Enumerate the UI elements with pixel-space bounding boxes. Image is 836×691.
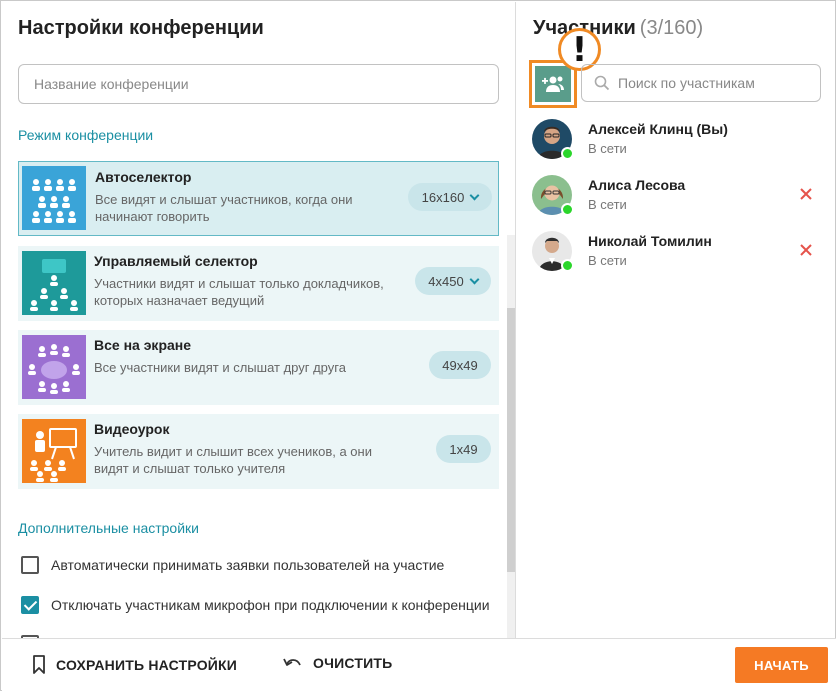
participant-item[interactable]: Николай Томилин В сети (532, 231, 832, 275)
participant-item[interactable]: Алексей Клинц (Вы) В сети (532, 119, 832, 163)
mode-name: Все на экране (94, 337, 192, 353)
mode-name: Управляемый селектор (94, 253, 258, 269)
auto-accept-option[interactable]: Автоматически принимать заявки пользоват… (21, 555, 444, 575)
online-indicator (561, 203, 574, 216)
limit-value: 49x49 (429, 351, 491, 379)
participants-count: (3/160) (639, 17, 704, 39)
auto-accept-checkbox[interactable] (21, 556, 39, 574)
start-button[interactable]: НАЧАТЬ (735, 647, 828, 683)
conference-settings-panel: Настройки конференции Режим конференции … (2, 2, 515, 638)
participant-item[interactable]: Алиса Лесова В сети (532, 175, 832, 219)
participant-status: В сети (588, 253, 627, 268)
participant-search[interactable] (581, 64, 821, 102)
mode-name: Автоселектор (95, 169, 192, 185)
online-indicator (561, 147, 574, 160)
add-participant-button-face (535, 66, 571, 102)
mode-card-managed-selector[interactable]: Управляемый селектор Участники видят и с… (18, 246, 499, 321)
mode-description: Все видят и слышат участников, когда они… (95, 192, 353, 224)
limit-dropdown[interactable]: 4x450 (415, 267, 491, 295)
mute-on-join-label: Отключать участникам микрофон при подклю… (51, 597, 490, 613)
mode-card-autoselector[interactable]: Автоселектор Все видят и слышат участник… (18, 161, 499, 236)
limit-dropdown[interactable]: 16x160 (408, 183, 492, 211)
limit-value: 1x49 (436, 435, 491, 463)
participant-name: Алиса Лесова (588, 177, 686, 193)
scrollbar-thumb[interactable] (507, 308, 515, 572)
settings-title: Настройки конференции (18, 17, 264, 39)
participant-name: Николай Томилин (588, 233, 712, 249)
undo-icon (283, 658, 301, 666)
participant-name: Алексей Клинц (Вы) (588, 121, 728, 137)
conference-dialog: Настройки конференции Режим конференции … (0, 0, 836, 691)
participant-search-input[interactable] (618, 65, 818, 101)
auto-accept-label: Автоматически принимать заявки пользоват… (51, 557, 445, 573)
mode-description: Учитель видит и слышит всех учеников, а … (94, 444, 372, 476)
limit-value: 16x160 (421, 189, 465, 205)
mode-section-title: Режим конференции (18, 127, 154, 143)
participant-status: В сети (588, 197, 627, 212)
clear-button[interactable]: ОЧИСТИТЬ (283, 655, 392, 671)
additional-settings-title: Дополнительные настройки (18, 520, 199, 536)
remove-participant-icon[interactable] (799, 187, 813, 201)
search-icon (594, 75, 610, 91)
add-user-icon (542, 76, 564, 92)
chevron-down-icon (469, 274, 480, 284)
participant-status: В сети (588, 141, 627, 156)
participants-title: Участники(3/160) (533, 17, 703, 40)
remove-participant-icon[interactable] (799, 243, 813, 257)
conference-name-input[interactable] (18, 64, 499, 104)
mute-on-join-checkbox[interactable] (21, 596, 39, 614)
mode-name: Видеоурок (94, 421, 170, 437)
bookmark-icon (33, 655, 45, 674)
mode-description: Все участники видят и слышат друг друга (94, 360, 346, 375)
limit-value: 4x450 (428, 273, 464, 289)
mode-card-all-on-screen[interactable]: Все на экране Все участники видят и слыш… (18, 330, 499, 405)
autoselector-icon (22, 166, 86, 230)
save-settings-button[interactable]: СОХРАНИТЬ НАСТРОЙКИ (32, 655, 237, 675)
video-lesson-icon (22, 419, 86, 483)
online-indicator (561, 259, 574, 272)
clear-label: ОЧИСТИТЬ (313, 655, 393, 671)
mode-card-video-lesson[interactable]: Видеоурок Учитель видит и слышит всех уч… (18, 414, 499, 489)
chevron-down-icon (469, 190, 480, 200)
participants-panel: Участники(3/160) ! (515, 2, 836, 638)
save-settings-label: СОХРАНИТЬ НАСТРОЙКИ (56, 657, 238, 673)
dialog-footer: СОХРАНИТЬ НАСТРОЙКИ ОЧИСТИТЬ НАЧАТЬ (2, 638, 836, 691)
all-on-screen-icon (22, 335, 86, 399)
mute-on-join-option[interactable]: Отключать участникам микрофон при подклю… (21, 595, 490, 615)
managed-selector-icon (22, 251, 86, 315)
mode-description: Участники видят и слышат только докладчи… (94, 276, 384, 308)
